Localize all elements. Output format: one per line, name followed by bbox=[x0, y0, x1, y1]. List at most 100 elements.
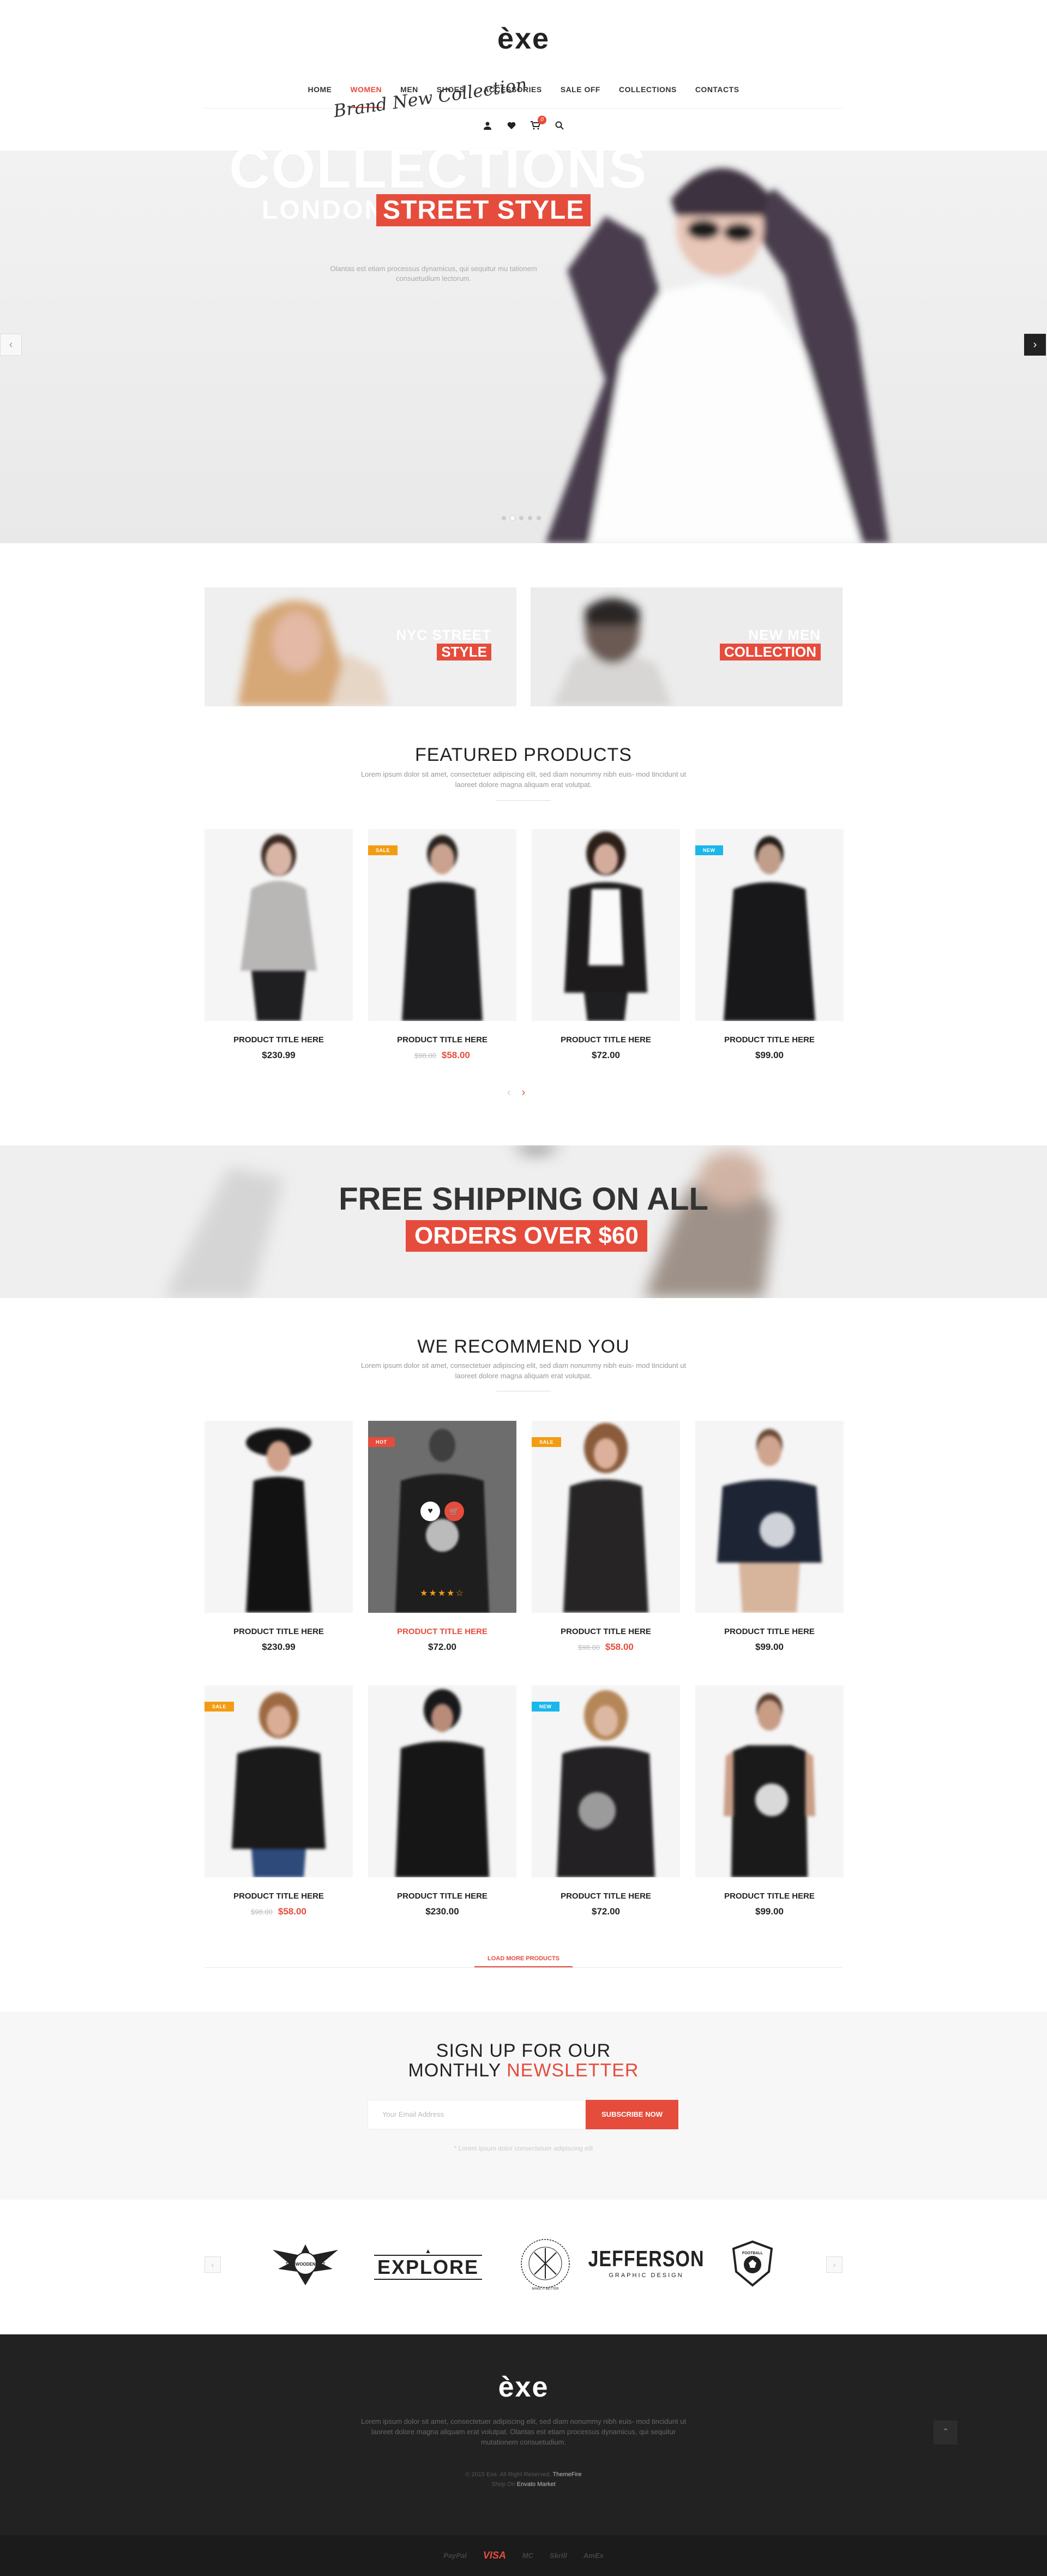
jefferson-logo[interactable]: JEFFERSON GRAPHIC DESIGN bbox=[588, 2236, 703, 2291]
product-title[interactable]: PRODUCT TITLE HERE bbox=[695, 1627, 844, 1636]
add-to-cart-icon[interactable]: 🛒 bbox=[444, 1502, 464, 1521]
hero-dot[interactable] bbox=[519, 516, 524, 520]
product-price: $230.99 bbox=[262, 1642, 296, 1652]
recommend-product-card[interactable]: PRODUCT TITLE HERE $99.00 bbox=[695, 1685, 844, 1917]
product-image[interactable]: HOT ♥ 🛒 ★★★★☆ bbox=[368, 1421, 516, 1613]
newsletter-email-input[interactable]: Your Email Address bbox=[368, 2100, 586, 2129]
product-image[interactable] bbox=[368, 1685, 516, 1877]
arrows-circle-logo[interactable]: MAKE IT BETTER bbox=[513, 2236, 578, 2291]
promo-banner-men[interactable]: NEW MEN COLLECTION bbox=[531, 587, 843, 706]
newsletter-title-line1: SIGN UP FOR OUR bbox=[436, 2040, 611, 2061]
hero-dot[interactable] bbox=[537, 516, 541, 520]
featured-product-card[interactable]: PRODUCT TITLE HERE $230.99 bbox=[204, 829, 353, 1061]
nav-sale-off[interactable]: SALE OFF bbox=[561, 85, 600, 108]
featured-next-arrow[interactable]: › bbox=[522, 1086, 526, 1099]
new-badge: NEW bbox=[532, 1702, 559, 1712]
featured-prev-arrow[interactable]: ‹ bbox=[507, 1086, 511, 1099]
jefferson-logo-sub: GRAPHIC DESIGN bbox=[609, 2272, 684, 2279]
product-title[interactable]: PRODUCT TITLE HERE bbox=[204, 1035, 353, 1044]
product-price: $72.00 bbox=[592, 1050, 620, 1060]
recommend-product-card[interactable]: PRODUCT TITLE HERE $99.00 bbox=[695, 1421, 844, 1653]
product-price: $72.00 bbox=[428, 1642, 456, 1652]
eagle-badge-logo[interactable]: THE WOODEN EST bbox=[262, 2236, 349, 2291]
product-title[interactable]: PRODUCT TITLE HERE bbox=[368, 1892, 516, 1901]
product-title[interactable]: PRODUCT TITLE HERE bbox=[532, 1035, 680, 1044]
hero-dot[interactable] bbox=[502, 516, 506, 520]
promo-nyc-line2: STYLE bbox=[437, 644, 491, 660]
recommend-product-card[interactable]: NEW PRODUCT TITLE HERE $72.00 bbox=[532, 1685, 680, 1917]
product-image[interactable] bbox=[695, 1685, 844, 1877]
recommend-description: Lorem ipsum dolor sit amet, consectetuer… bbox=[360, 1361, 687, 1380]
product-title[interactable]: PRODUCT TITLE HERE bbox=[368, 1627, 516, 1636]
hero-dot-active[interactable] bbox=[510, 516, 515, 520]
shipping-line2: ORDERS OVER $60 bbox=[406, 1220, 647, 1252]
recommend-product-card[interactable]: SALE PRODUCT TITLE HERE $98.00 $58.00 bbox=[204, 1685, 353, 1917]
arrows-circle-text: MAKE IT BETTER bbox=[532, 2287, 559, 2291]
product-title[interactable]: PRODUCT TITLE HERE bbox=[532, 1627, 680, 1636]
footer-copyright: © 2015 Exe. All Right Reserved. ThemeFir… bbox=[0, 2470, 1047, 2489]
recommend-title: WE RECOMMEND YOU bbox=[417, 1336, 630, 1357]
heart-icon[interactable] bbox=[506, 121, 517, 133]
search-icon[interactable] bbox=[554, 121, 565, 133]
themefire-link[interactable]: ThemeFire bbox=[552, 2471, 581, 2478]
load-more-button[interactable]: LOAD MORE PRODUCTS bbox=[474, 1951, 573, 1967]
product-image[interactable]: SALE bbox=[204, 1685, 353, 1877]
product-image[interactable] bbox=[695, 1421, 844, 1613]
product-sale-price: $58.00 bbox=[441, 1050, 470, 1060]
promo-banner-nyc[interactable]: NYC STREET STYLE bbox=[204, 587, 516, 706]
product-image[interactable] bbox=[204, 1421, 353, 1613]
featured-product-card[interactable]: SALE PRODUCT TITLE HERE $98.00 $58.00 bbox=[368, 829, 516, 1061]
nav-home[interactable]: HOME bbox=[308, 85, 332, 108]
explore-logo[interactable]: ▲ EXPLORE bbox=[371, 2236, 485, 2291]
subscribe-button[interactable]: SUBSCRIBE NOW bbox=[586, 2100, 678, 2129]
product-sale-price: $58.00 bbox=[278, 1906, 306, 1917]
product-title[interactable]: PRODUCT TITLE HERE bbox=[532, 1892, 680, 1901]
back-to-top-button[interactable]: ⌃ bbox=[934, 2421, 958, 2445]
product-title[interactable]: PRODUCT TITLE HERE bbox=[204, 1627, 353, 1636]
recommend-product-card[interactable]: PRODUCT TITLE HERE $230.00 bbox=[368, 1685, 516, 1917]
envato-link[interactable]: Envato Market bbox=[517, 2481, 556, 2488]
newsletter-note: * Lorem ipsum dolor consectetuer adipisc… bbox=[454, 2145, 593, 2152]
cart-icon[interactable]: 0 bbox=[530, 116, 546, 133]
shipping-line1: FREE SHIPPING ON ALL bbox=[339, 1181, 708, 1217]
featured-product-card[interactable]: PRODUCT TITLE HERE $72.00 bbox=[532, 829, 680, 1061]
product-price: $98.00 $58.00 bbox=[204, 1906, 353, 1917]
product-sale-price: $58.00 bbox=[605, 1642, 634, 1652]
product-title[interactable]: PRODUCT TITLE HERE bbox=[368, 1035, 516, 1044]
football-shield-logo[interactable]: FOOTBALL bbox=[720, 2236, 785, 2291]
amex-icon: AmEx bbox=[583, 2551, 604, 2560]
product-title[interactable]: PRODUCT TITLE HERE bbox=[695, 1892, 844, 1901]
copyright-text: © 2015 Exe. All Right Reserved. bbox=[465, 2471, 551, 2478]
header-divider bbox=[204, 108, 843, 109]
featured-divider bbox=[496, 800, 551, 801]
hero-dot[interactable] bbox=[528, 516, 532, 520]
nav-collections[interactable]: COLLECTIONS bbox=[619, 85, 677, 108]
product-price: $230.00 bbox=[425, 1906, 459, 1917]
product-image[interactable]: SALE bbox=[532, 1421, 680, 1613]
newsletter-title-line2: MONTHLY NEWSLETTER bbox=[0, 2061, 1047, 2080]
sale-badge: SALE bbox=[532, 1437, 562, 1447]
product-image[interactable]: SALE bbox=[368, 829, 516, 1021]
product-image[interactable] bbox=[204, 829, 353, 1021]
brands-next-arrow[interactable]: › bbox=[826, 2256, 843, 2273]
hero-next-arrow[interactable]: › bbox=[1024, 334, 1046, 356]
site-logo[interactable]: èxe bbox=[0, 22, 1047, 56]
product-old-price: $98.00 bbox=[578, 1643, 600, 1652]
wishlist-heart-icon[interactable]: ♥ bbox=[420, 1502, 440, 1521]
recommend-product-card[interactable]: SALE PRODUCT TITLE HERE $98.00 $58.00 bbox=[532, 1421, 680, 1653]
brands-prev-arrow[interactable]: ‹ bbox=[204, 2256, 221, 2273]
product-price: $72.00 bbox=[592, 1906, 620, 1917]
hero-prev-arrow[interactable]: ‹ bbox=[0, 334, 22, 356]
featured-product-card[interactable]: NEW PRODUCT TITLE HERE $99.00 bbox=[695, 829, 844, 1061]
user-icon[interactable] bbox=[482, 121, 493, 133]
product-image[interactable] bbox=[532, 829, 680, 1021]
footer-logo[interactable]: èxe bbox=[0, 2371, 1047, 2404]
product-image[interactable]: NEW bbox=[532, 1685, 680, 1877]
recommend-product-card-hover[interactable]: HOT ♥ 🛒 ★★★★☆ PRODUCT TITLE HERE $72.00 bbox=[368, 1421, 516, 1653]
nav-contacts[interactable]: CONTACTS bbox=[695, 85, 739, 108]
product-title[interactable]: PRODUCT TITLE HERE bbox=[204, 1892, 353, 1901]
product-title[interactable]: PRODUCT TITLE HERE bbox=[695, 1035, 844, 1044]
recommend-product-card[interactable]: PRODUCT TITLE HERE $230.99 bbox=[204, 1421, 353, 1653]
load-more-divider bbox=[204, 1967, 843, 1968]
product-image[interactable]: NEW bbox=[695, 829, 844, 1021]
